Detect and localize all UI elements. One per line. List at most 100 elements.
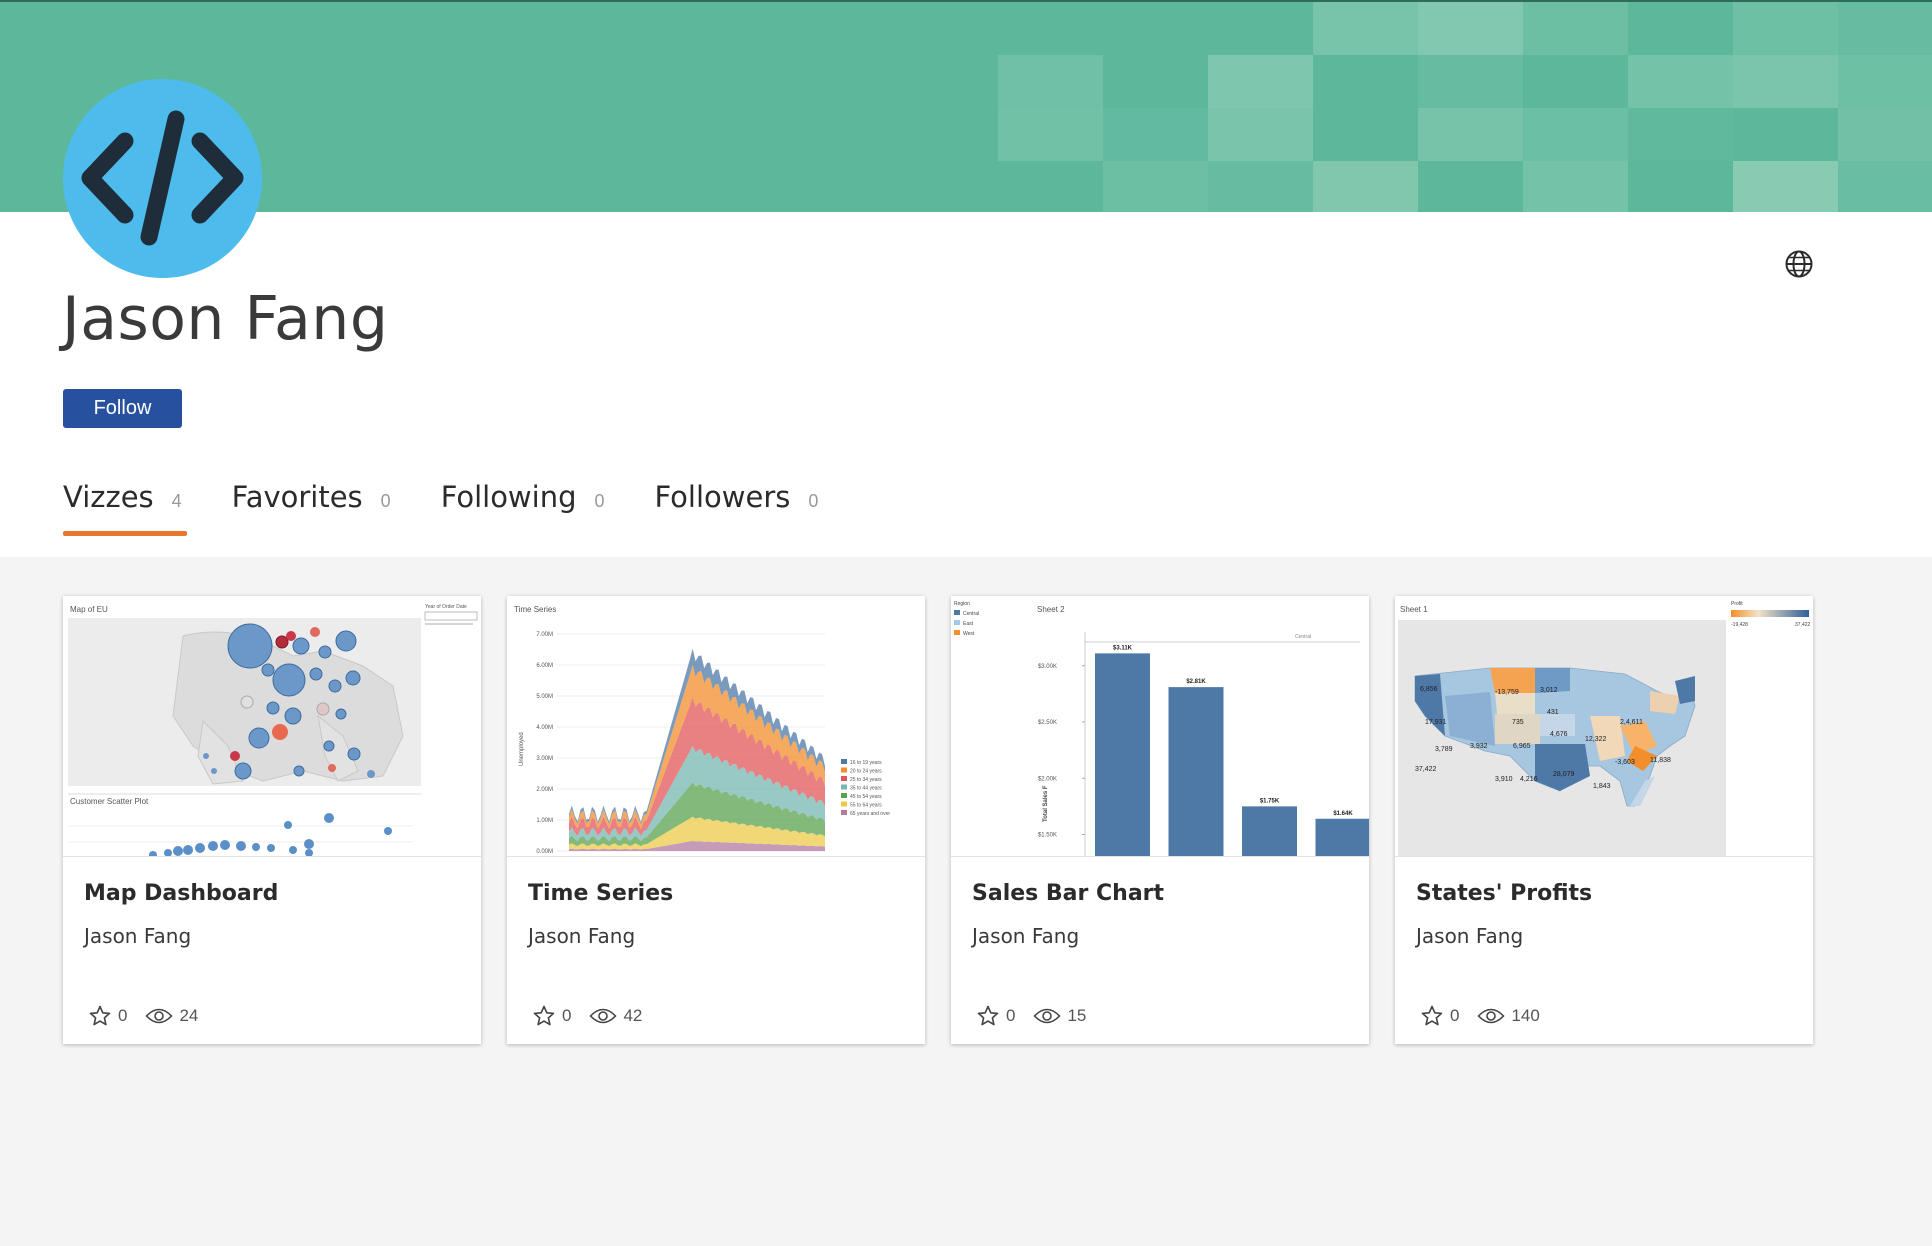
viz-title[interactable]: States' Profits <box>1416 881 1592 906</box>
viz-card-sales-bar-chart[interactable]: Region Central East West Sheet 2 Central… <box>951 596 1369 1044</box>
tab-following[interactable]: Following 0 <box>441 480 605 530</box>
svg-text:3,910: 3,910 <box>1495 776 1513 783</box>
svg-text:17,931: 17,931 <box>1425 719 1447 726</box>
views-stat: 24 <box>145 1006 198 1026</box>
favorite-stat[interactable]: 0 <box>1420 1004 1459 1028</box>
tab-label: Favorites <box>231 480 363 514</box>
code-icon <box>81 110 244 246</box>
favorite-stat[interactable]: 0 <box>976 1004 1015 1028</box>
legend-min: -19,428 <box>1731 622 1748 628</box>
favorite-count: 0 <box>1450 1006 1460 1025</box>
legend-label: 65 years and over <box>850 811 890 817</box>
viz-card-states-profits[interactable]: Sheet 1 Profit -19,428 37,422 6,856 17,9… <box>1395 596 1813 1044</box>
svg-text:37,422: 37,422 <box>1415 766 1437 773</box>
globe-icon[interactable] <box>1784 249 1814 279</box>
thumb-sheet-title: Time Series <box>514 605 556 614</box>
svg-text:12,322: 12,322 <box>1585 736 1607 743</box>
viz-title[interactable]: Time Series <box>528 881 673 906</box>
tab-vizzes[interactable]: Vizzes 4 <box>63 480 187 536</box>
legend-label: 25 to 34 years <box>850 777 882 783</box>
bar <box>1095 653 1150 856</box>
y-tick-label: $1.50K <box>1038 833 1057 839</box>
bar-data-label: $1.75K <box>1260 798 1280 804</box>
thumb-subtitle: Customer Scatter Plot <box>70 797 149 806</box>
svg-text:28,079: 28,079 <box>1553 771 1575 778</box>
viz-thumbnail[interactable]: Time Series Unemployed 0.00M 1.00M 2.00M 3.… <box>507 596 925 857</box>
viz-stats: 0 24 <box>88 1004 216 1028</box>
y-tick-label: 2.00M <box>536 787 553 793</box>
viz-thumbnail[interactable]: Map of EU Year of Order Date Customer Sc… <box>63 596 481 857</box>
eye-icon <box>589 1008 618 1024</box>
svg-text:1,843: 1,843 <box>1593 783 1611 790</box>
legend-swatch <box>841 810 847 815</box>
viz-author[interactable]: Jason Fang <box>84 924 191 948</box>
viz-author[interactable]: Jason Fang <box>528 924 635 948</box>
favorite-stat[interactable]: 0 <box>532 1004 571 1028</box>
y-tick-label: 7.00M <box>536 632 553 638</box>
viz-title[interactable]: Map Dashboard <box>84 881 278 906</box>
thumb-sheet-title: Sheet 2 <box>1037 605 1065 614</box>
viz-card-map-dashboard[interactable]: Map of EU Year of Order Date Customer Sc… <box>63 596 481 1044</box>
views-stat: 15 <box>1033 1006 1086 1026</box>
tab-favorites[interactable]: Favorites 0 <box>232 480 391 530</box>
y-tick-label: 3.00M <box>536 756 553 762</box>
svg-text:11,838: 11,838 <box>1650 757 1671 764</box>
svg-text:3,012: 3,012 <box>1540 687 1558 694</box>
views-stat: 42 <box>589 1006 642 1026</box>
viz-author[interactable]: Jason Fang <box>972 924 1079 948</box>
viz-author[interactable]: Jason Fang <box>1416 924 1523 948</box>
viz-gallery: Map of EU Year of Order Date Customer Sc… <box>63 596 1839 1044</box>
legend-label: 45 to 54 years <box>850 794 882 800</box>
profile-banner <box>0 0 1932 212</box>
view-count: 140 <box>1511 1006 1540 1025</box>
legend-item: Central <box>963 611 979 617</box>
y-tick-label: $3.00K <box>1038 664 1057 670</box>
favorite-count: 0 <box>562 1006 572 1025</box>
legend-item: West <box>963 631 975 637</box>
thumb-y-axis-label: Total Sales F <box>1043 785 1049 822</box>
favorite-stat[interactable]: 0 <box>88 1004 127 1028</box>
viz-card-time-series[interactable]: Time Series Unemployed 0.00M 1.00M 2.00M 3.… <box>507 596 925 1044</box>
svg-text:-13,759: -13,759 <box>1495 689 1519 696</box>
eye-icon <box>1477 1008 1506 1024</box>
eye-icon <box>145 1008 174 1024</box>
thumb-filter-label: Year of Order Date <box>425 604 467 610</box>
svg-text:4,216: 4,216 <box>1520 776 1538 783</box>
region-header: Central <box>1295 634 1311 640</box>
tab-count: 0 <box>594 491 605 511</box>
svg-text:-3,603: -3,603 <box>1615 759 1635 766</box>
legend-swatch <box>841 759 847 764</box>
legend-title: Profit <box>1731 601 1743 607</box>
viz-thumbnail[interactable]: Region Central East West Sheet 2 Central… <box>951 596 1369 857</box>
tab-followers[interactable]: Followers 0 <box>655 480 819 530</box>
bar <box>1315 818 1369 856</box>
viz-thumbnail[interactable]: Sheet 1 Profit -19,428 37,422 6,856 17,9… <box>1395 596 1813 857</box>
viz-stats: 0 15 <box>976 1004 1104 1028</box>
svg-text:2,4,611: 2,4,611 <box>1620 719 1643 726</box>
view-count: 42 <box>623 1006 643 1025</box>
follow-button[interactable]: Follow <box>63 389 182 428</box>
legend-swatch <box>841 767 847 773</box>
legend-label: 55 to 64 years <box>850 803 882 809</box>
thumb-sheet-title: Sheet 1 <box>1400 605 1428 614</box>
svg-text:735: 735 <box>1512 719 1524 726</box>
svg-text:6,965: 6,965 <box>1513 743 1531 750</box>
view-count: 15 <box>1067 1006 1087 1025</box>
y-tick-label: 1.00M <box>536 818 553 824</box>
bar-data-label: $3.11K <box>1113 645 1133 651</box>
profile-tabs: Vizzes 4 Favorites 0 Following 0 Followe… <box>63 480 868 536</box>
y-tick-label: 5.00M <box>536 694 553 700</box>
legend-swatch <box>841 784 847 790</box>
viz-title[interactable]: Sales Bar Chart <box>972 881 1164 906</box>
y-tick-label: $2.00K <box>1038 776 1057 782</box>
legend-title: Region <box>954 601 970 607</box>
viz-stats: 0 42 <box>532 1004 660 1028</box>
tab-label: Vizzes <box>63 480 154 514</box>
favorite-count: 0 <box>1006 1006 1016 1025</box>
bar <box>1168 687 1224 856</box>
svg-text:6,856: 6,856 <box>1420 686 1438 693</box>
tab-count: 0 <box>380 491 391 511</box>
svg-text:4,676: 4,676 <box>1550 731 1568 738</box>
tab-count: 0 <box>808 491 819 511</box>
svg-text:3,932: 3,932 <box>1470 743 1488 750</box>
